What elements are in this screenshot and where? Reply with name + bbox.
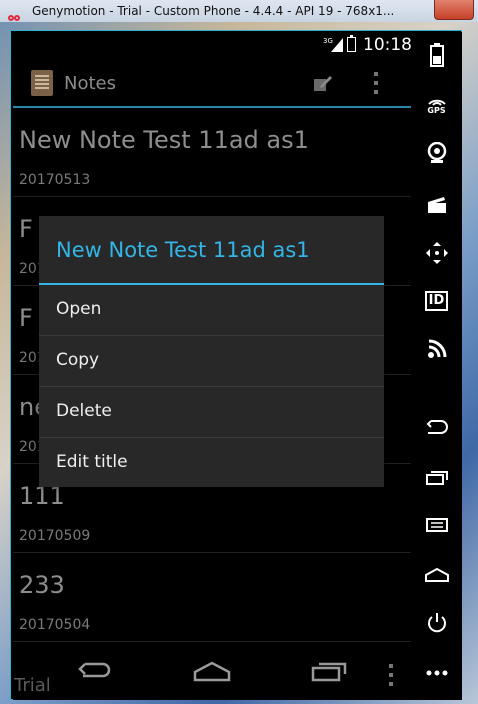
status-bar: 3G 10:18: [13, 32, 411, 58]
action-bar-title: Notes: [64, 73, 116, 94]
note-title: New Note Test 11ad as1: [19, 126, 309, 154]
note-date: 20170513: [19, 172, 91, 188]
navigation-bar: [13, 646, 411, 700]
notes-app-icon[interactable]: [31, 70, 53, 96]
status-time: 10:18: [363, 35, 411, 55]
note-date: 20170509: [19, 528, 91, 544]
nav-home-icon[interactable]: [193, 660, 231, 682]
menu-item-label: Edit title: [56, 452, 128, 472]
new-note-icon[interactable]: [313, 74, 333, 92]
note-date: 20170504: [19, 617, 91, 633]
dialog-title: New Note Test 11ad as1: [56, 238, 310, 262]
home-button-icon[interactable]: [411, 560, 462, 590]
gps-label: GPS: [427, 105, 446, 115]
power-button-icon[interactable]: [411, 608, 462, 638]
screencast-widget-icon[interactable]: [411, 190, 462, 220]
remote-control-icon[interactable]: [411, 238, 462, 268]
recent-apps-icon[interactable]: [411, 462, 462, 492]
trial-watermark: Trial: [14, 675, 51, 696]
list-item[interactable]: 233 20170504: [13, 553, 411, 642]
menu-item-delete[interactable]: Delete: [39, 386, 384, 437]
id-label: ID: [424, 291, 449, 311]
back-button-icon[interactable]: [411, 412, 462, 442]
action-bar: Notes: [13, 62, 411, 108]
note-title: 233: [19, 571, 65, 599]
list-item[interactable]: New Note Test 11ad as1 20170513: [13, 108, 411, 197]
menu-item-label: Copy: [56, 350, 100, 370]
menu-item-edit-title[interactable]: Edit title: [39, 437, 384, 488]
signal-icon: [331, 38, 343, 52]
menu-item-label: Open: [56, 299, 102, 319]
menu-item-copy[interactable]: Copy: [39, 335, 384, 386]
more-options-icon[interactable]: [411, 658, 462, 688]
note-title: F: [19, 215, 33, 243]
overflow-menu-icon[interactable]: [373, 72, 379, 98]
genymotion-logo-icon: [8, 6, 24, 21]
note-title: F: [19, 304, 33, 332]
camera-widget-icon[interactable]: [411, 138, 462, 168]
battery-icon: [347, 35, 356, 52]
device-id-icon[interactable]: ID: [411, 286, 462, 316]
menu-button-icon[interactable]: [411, 510, 462, 540]
window-title: Genymotion - Trial - Custom Phone - 4.4.…: [32, 4, 395, 18]
nav-menu-icon[interactable]: [388, 664, 393, 691]
rss-widget-icon[interactable]: [411, 334, 462, 364]
window-titlebar: Genymotion - Trial - Custom Phone - 4.4.…: [0, 0, 478, 22]
gps-widget-icon[interactable]: GPS: [411, 90, 462, 120]
battery-widget-icon[interactable]: [411, 40, 462, 70]
nav-recents-icon[interactable]: [311, 660, 347, 682]
context-menu-dialog: New Note Test 11ad as1 Open Copy Delete …: [39, 216, 384, 487]
menu-item-open[interactable]: Open: [39, 285, 384, 335]
menu-item-label: Delete: [56, 401, 112, 421]
nav-back-icon[interactable]: [77, 660, 113, 682]
genymotion-toolbar: GPS ID: [411, 32, 462, 700]
window-close-button[interactable]: [434, 0, 474, 20]
